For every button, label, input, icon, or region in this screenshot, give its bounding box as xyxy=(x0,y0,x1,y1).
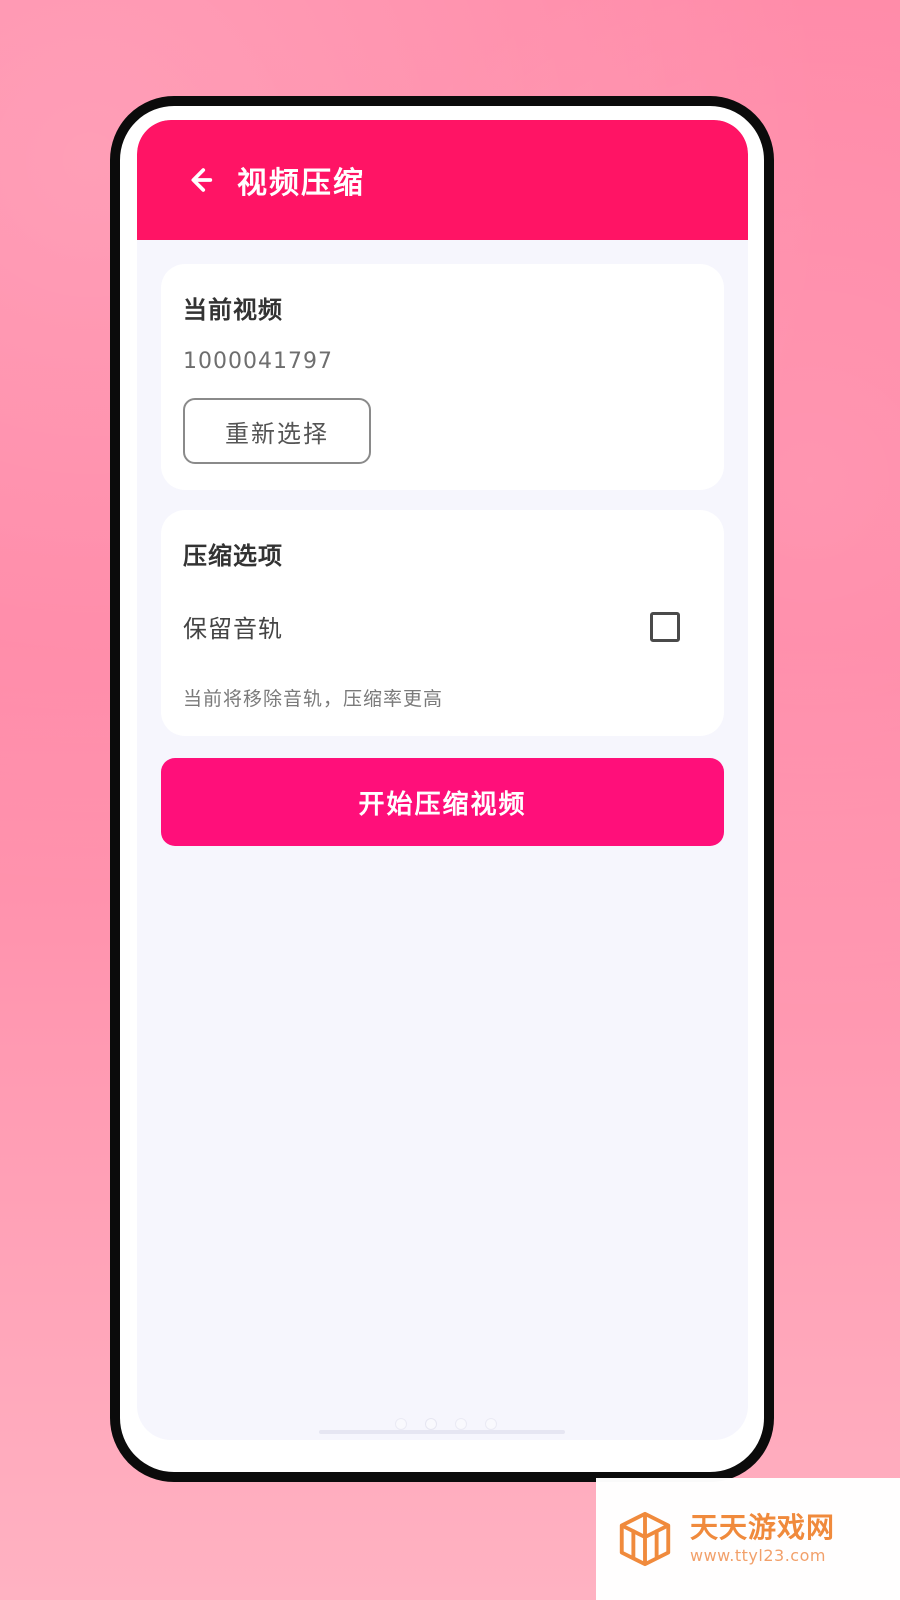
current-video-title: 当前视频 xyxy=(183,295,283,324)
keep-audio-row: 保留音轨 xyxy=(183,609,702,644)
page-title: 视频压缩 xyxy=(237,166,365,201)
reselect-button[interactable]: 重新选择 xyxy=(183,398,371,464)
compression-options-card: 压缩选项 保留音轨 当前将移除音轨，压缩率更高 xyxy=(161,510,724,736)
back-button[interactable] xyxy=(177,158,221,202)
watermark-title: 天天游戏网 xyxy=(690,1510,836,1544)
app-header: 视频压缩 xyxy=(137,120,748,240)
start-compress-button[interactable]: 开始压缩视频 xyxy=(161,758,724,846)
page-dot-active xyxy=(425,1418,437,1430)
page-indicator xyxy=(395,1418,497,1430)
compression-hint: 当前将移除音轨，压缩率更高 xyxy=(183,688,444,710)
site-watermark: 天天游戏网 www.ttyl23.com xyxy=(596,1478,900,1600)
phone-frame: 视频压缩 当前视频 1000041797 重新选择 压缩选项 保留音轨 当前将移… xyxy=(110,96,774,1482)
keep-audio-checkbox[interactable] xyxy=(650,611,680,642)
app-screen: 视频压缩 当前视频 1000041797 重新选择 压缩选项 保留音轨 当前将移… xyxy=(137,120,748,1440)
current-video-id: 1000041797 xyxy=(183,349,333,374)
arrow-left-icon xyxy=(191,168,213,192)
page-dot xyxy=(485,1418,497,1430)
page-dot xyxy=(395,1418,407,1430)
watermark-text: 天天游戏网 www.ttyl23.com xyxy=(690,1513,835,1565)
compression-options-title: 压缩选项 xyxy=(183,541,283,570)
current-video-card: 当前视频 1000041797 重新选择 xyxy=(161,264,724,490)
keep-audio-label: 保留音轨 xyxy=(183,615,283,643)
page-dot xyxy=(455,1418,467,1430)
watermark-url: www.ttyl23.com xyxy=(690,1546,826,1566)
box-logo-icon xyxy=(619,1511,671,1567)
home-indicator xyxy=(319,1430,565,1434)
